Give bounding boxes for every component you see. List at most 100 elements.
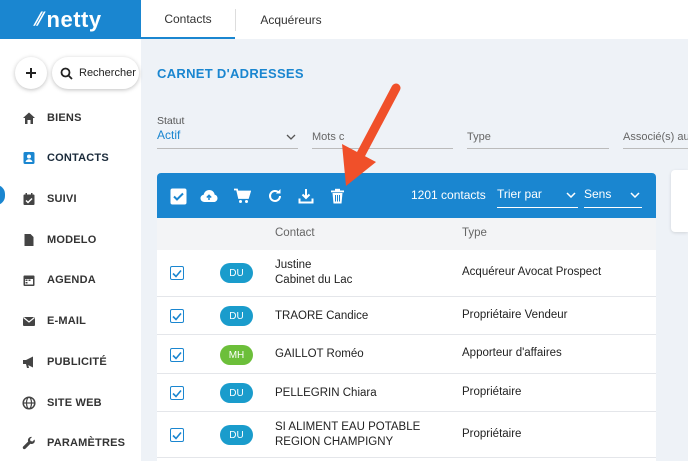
contact-type: Propriétaire	[462, 386, 522, 398]
search-label: Rechercher	[79, 67, 136, 79]
contact-type: Propriétaire Vendeur	[462, 309, 568, 321]
contact-type: Acquéreur Avocat Prospect	[462, 266, 602, 278]
contact-name[interactable]: PELLEGRIN Chiara	[275, 386, 377, 401]
tab-acquereurs-label: Acquéreurs	[260, 12, 322, 27]
type-filter[interactable]: Type	[467, 115, 609, 149]
sidebar-item-agenda[interactable]: AGENDA	[0, 266, 141, 294]
search-icon	[60, 67, 73, 80]
sidebar-item-label: BIENS	[47, 112, 82, 124]
contact-name-line1: GAILLOT Roméo	[275, 348, 364, 360]
sidebar-item-label: SUIVI	[47, 193, 77, 205]
contacts-table: 1201 contacts Trier par Sens Contact Typ…	[157, 173, 656, 461]
contact-type: Propriétaire	[462, 428, 522, 440]
tab-acquereurs[interactable]: Acquéreurs	[236, 0, 346, 39]
statut-value: Actif	[157, 128, 181, 142]
envelope-icon	[22, 314, 36, 328]
search-button[interactable]: Rechercher	[52, 57, 139, 89]
statut-label: Statut	[157, 115, 185, 127]
contact-name-line2: REGION CHAMPIGNY	[275, 436, 394, 448]
row-checkbox[interactable]	[170, 348, 184, 362]
sort-by-label: Trier par	[497, 187, 542, 201]
top-bar: ⫽ netty Contacts Acquéreurs	[0, 0, 688, 39]
contacts-count: 1201 contacts	[411, 188, 486, 202]
contact-card-icon	[22, 151, 36, 165]
table-row[interactable]: DU TRAORE Candice Propriétaire Vendeur	[157, 297, 656, 335]
logo[interactable]: ⫽ netty	[0, 0, 141, 39]
add-button[interactable]	[15, 57, 47, 89]
globe-icon	[22, 396, 36, 410]
sidebar-item-email[interactable]: E-MAIL	[0, 307, 141, 335]
type-underline	[467, 148, 609, 149]
sidebar-item-label: AGENDA	[47, 274, 96, 286]
statut-underline	[157, 148, 298, 149]
contact-name-line1: Justine	[275, 259, 312, 271]
sidebar-item-suivi[interactable]: SUIVI	[0, 185, 141, 213]
tab-contacts[interactable]: Contacts	[141, 0, 235, 39]
table-row[interactable]: DU SI ALIMENT EAU POTABLE REGION CHAMPIGN…	[157, 412, 656, 458]
sidebar-item-label: PUBLICITÉ	[47, 356, 107, 368]
sort-by-select[interactable]: Trier par	[497, 183, 578, 208]
contact-name-line2: Cabinet du Lac	[275, 274, 353, 286]
side-panel-edge	[671, 170, 688, 232]
main-content: CARNET D'ADRESSES Statut Actif Mots c Ty…	[141, 39, 688, 461]
type-placeholder: Type	[467, 131, 491, 143]
check-icon	[172, 269, 182, 278]
contact-name[interactable]: Justine Cabinet du Lac	[275, 258, 352, 288]
row-checkbox[interactable]	[170, 266, 184, 280]
chevron-down-icon	[630, 192, 640, 198]
contact-name[interactable]: GAILLOT Roméo	[275, 347, 364, 362]
check-icon	[172, 389, 182, 398]
user-badge: MH	[220, 345, 253, 365]
contact-type: Apporteur d'affaires	[462, 347, 562, 359]
annotation-arrow-icon	[342, 83, 401, 186]
sidebar-item-parametres[interactable]: PARAMÈTRES	[0, 429, 141, 457]
chevron-down-icon	[286, 134, 296, 140]
contact-name-line1: SI ALIMENT EAU POTABLE	[275, 421, 421, 433]
sidebar-item-contacts[interactable]: CONTACTS	[0, 144, 141, 172]
sort-order-select[interactable]: Sens	[584, 183, 642, 208]
calendar-icon	[22, 273, 36, 287]
associes-filter[interactable]: Associé(s) au	[623, 115, 688, 149]
user-badge: DU	[220, 425, 253, 445]
table-row[interactable]: MH GAILLOT Roméo Apporteur d'affaires	[157, 335, 656, 374]
tab-contacts-label: Contacts	[164, 11, 212, 26]
user-badge: DU	[220, 383, 253, 403]
page-title: CARNET D'ADRESSES	[157, 66, 304, 81]
sidebar-item-label: PARAMÈTRES	[47, 437, 126, 449]
user-badge: DU	[220, 306, 253, 326]
table-row[interactable]: DU PELLEGRIN Chiara Propriétaire	[157, 374, 656, 412]
sort-order-label: Sens	[584, 187, 612, 201]
statut-filter[interactable]: Statut Actif	[157, 115, 298, 149]
refresh-icon[interactable]	[266, 187, 284, 205]
sidebar-item-modelo[interactable]: MODELO	[0, 226, 141, 254]
user-badge: DU	[220, 263, 253, 283]
row-checkbox[interactable]	[170, 428, 184, 442]
contact-name-line1: TRAORE Candice	[275, 310, 369, 322]
contact-name[interactable]: TRAORE Candice	[275, 309, 368, 324]
check-icon	[172, 431, 182, 440]
table-row[interactable]: DU Justine Cabinet du Lac Acquéreur Avoca…	[157, 250, 656, 297]
calendar-check-icon	[22, 192, 36, 206]
logo-text: netty	[46, 6, 102, 32]
wrench-icon	[22, 436, 36, 450]
chevron-down-icon	[566, 192, 576, 198]
check-icon	[172, 312, 182, 321]
select-all-checkbox-icon[interactable]	[169, 187, 187, 205]
sidebar-item-biens[interactable]: BIENS	[0, 104, 141, 132]
cloud-upload-icon[interactable]	[200, 187, 218, 205]
megaphone-icon	[22, 355, 36, 369]
sidebar-item-publicite[interactable]: PUBLICITÉ	[0, 348, 141, 376]
sidebar-item-site-web[interactable]: SITE WEB	[0, 389, 141, 417]
row-checkbox[interactable]	[170, 309, 184, 323]
row-checkbox[interactable]	[170, 386, 184, 400]
header-type[interactable]: Type	[462, 227, 487, 239]
associes-underline	[623, 148, 688, 149]
download-icon[interactable]	[297, 187, 315, 205]
contact-name[interactable]: SI ALIMENT EAU POTABLE REGION CHAMPIGNY	[275, 420, 420, 450]
plus-icon	[26, 68, 36, 78]
table-header: Contact Type	[157, 218, 656, 250]
cart-icon[interactable]	[233, 187, 251, 205]
header-contact[interactable]: Contact	[275, 227, 315, 239]
netty-logo-icon: ⫽	[34, 9, 43, 29]
contact-name-line1: PELLEGRIN Chiara	[275, 387, 377, 399]
